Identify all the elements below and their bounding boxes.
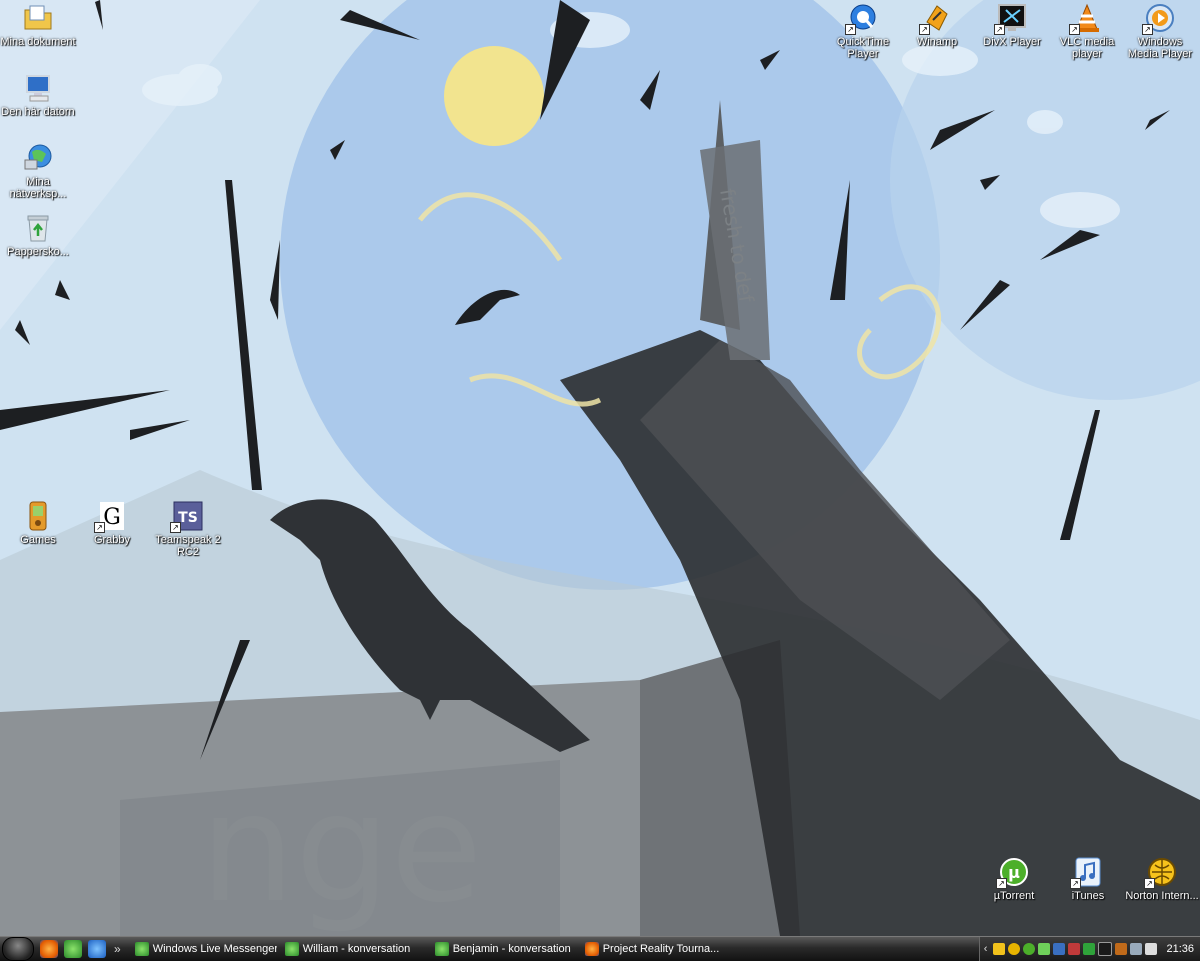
- ie-icon[interactable]: [88, 940, 106, 958]
- norton-tray-icon[interactable]: [993, 943, 1006, 955]
- svg-text:TS: TS: [178, 510, 198, 526]
- display-tray-icon[interactable]: [1053, 943, 1066, 955]
- desktop-wallpaper: fresh to def nge: [0, 0, 1200, 936]
- task-label: William - konversation: [302, 943, 411, 955]
- shortcut-arrow-icon: ↗: [170, 522, 181, 533]
- desktop-icon-label: iTunes: [1071, 890, 1105, 902]
- shortcut-arrow-icon: ↗: [1142, 24, 1153, 35]
- shortcut-arrow-icon: ↗: [1070, 878, 1081, 889]
- windows-media-player-icon: ↗: [1142, 2, 1176, 35]
- taskbar-task-benjamin-conversation[interactable]: Benjamin - konversation: [429, 939, 577, 959]
- desktop-icon-label: Den här datorn: [1, 106, 75, 118]
- desktop-icon-utorrent[interactable]: µ ↗ µTorrent: [976, 856, 1052, 902]
- messenger-tray-icon[interactable]: [1038, 943, 1051, 955]
- desktop-icon-norton[interactable]: ↗ Norton Intern...: [1124, 856, 1200, 902]
- vlc-icon: ↗: [1069, 2, 1103, 35]
- shortcut-arrow-icon: ↗: [1144, 878, 1155, 889]
- desktop-icon-label: Teamspeak 2 RC2: [155, 534, 221, 558]
- desktop-icon-label: Mina dokument: [0, 36, 76, 48]
- shortcut-arrow-icon: ↗: [919, 24, 930, 35]
- taskbar-task-windows-live-messenger[interactable]: Windows Live Messenger: [129, 939, 277, 959]
- tray-expand-button[interactable]: ‹: [984, 943, 988, 955]
- desktop-icon-my-computer[interactable]: Den här datorn: [0, 72, 76, 118]
- utorrent-tray-icon[interactable]: [1023, 943, 1036, 955]
- firefox-icon: [584, 942, 599, 956]
- computer-icon: [22, 72, 54, 104]
- desktop-icon-winamp[interactable]: ↗ Winamp: [899, 2, 975, 48]
- desktop-icon-label: Papperskо...: [7, 246, 69, 258]
- recycle-bin-icon: [22, 212, 54, 244]
- teamspeak-icon: TS ↗: [170, 500, 204, 533]
- network-tray-icon[interactable]: [1008, 943, 1021, 955]
- quick-launch-more-button[interactable]: »: [114, 942, 121, 956]
- taskbar-clock[interactable]: 21:36: [1166, 943, 1194, 955]
- itunes-icon: ↗: [1070, 856, 1104, 889]
- norton-icon: ↗: [1144, 856, 1178, 889]
- desktop-icon-teamspeak[interactable]: TS ↗ Teamspeak 2 RC2: [150, 500, 226, 558]
- app-tray-icon[interactable]: [1115, 943, 1128, 955]
- taskbar: » Windows Live Messenger William - konve…: [0, 936, 1200, 961]
- desktop-icon-label: Grabby: [93, 534, 131, 546]
- desktop-icon-games[interactable]: Games: [0, 500, 76, 546]
- messenger-icon: [434, 942, 449, 956]
- desktop-icon-itunes[interactable]: ↗ iTunes: [1050, 856, 1126, 902]
- folder-documents-icon: [22, 2, 54, 34]
- shortcut-arrow-icon: ↗: [996, 878, 1007, 889]
- utorrent-icon: µ ↗: [996, 856, 1030, 889]
- desktop-icon-windows-media-player[interactable]: ↗ Windows Media Player: [1122, 2, 1198, 60]
- start-button[interactable]: [2, 937, 34, 961]
- task-label: Windows Live Messenger: [152, 943, 277, 955]
- desktop-icon-label: Windows Media Player: [1127, 36, 1193, 60]
- tool-tray-icon[interactable]: [1130, 943, 1143, 955]
- system-tray: ‹ 21:36: [978, 937, 1200, 961]
- winamp-icon: ↗: [919, 2, 953, 35]
- desktop-icon-label: Games: [20, 534, 56, 546]
- games-icon: [22, 500, 54, 532]
- winamp-tray-icon[interactable]: [1098, 942, 1113, 956]
- desktop-icon-label: Norton Intern...: [1125, 890, 1199, 902]
- messenger-icon: [284, 942, 299, 956]
- desktop-icon-recycle-bin[interactable]: Papperskо...: [0, 212, 76, 258]
- volume-tray-icon[interactable]: [1145, 943, 1158, 955]
- messenger-icon: [134, 942, 149, 956]
- messenger-icon[interactable]: [64, 940, 82, 958]
- alert-tray-icon[interactable]: [1068, 943, 1081, 955]
- desktop-icon-grabby[interactable]: G ↗ Grabby: [74, 500, 150, 546]
- desktop-icon-label: Mina nätverksp...: [9, 176, 67, 200]
- desktop-icon-label: Winamp: [916, 36, 958, 48]
- desktop-icon-quicktime[interactable]: ↗ QuickTime Player: [825, 2, 901, 60]
- svg-text:µ: µ: [1008, 863, 1020, 882]
- svg-text:G: G: [103, 505, 121, 530]
- desktop-icon-network-places[interactable]: Mina nätverksp...: [0, 142, 76, 200]
- desktop-icon-label: QuickTime Player: [836, 36, 890, 60]
- shortcut-arrow-icon: ↗: [994, 24, 1005, 35]
- desktop-icon-label: µTorrent: [993, 890, 1035, 902]
- quicktime-icon: ↗: [845, 2, 879, 35]
- desktop-icon-label: VLC media player: [1059, 36, 1115, 60]
- network-places-icon: [22, 142, 54, 174]
- teamspeak-tray-icon[interactable]: [1083, 943, 1096, 955]
- task-label: Benjamin - konversation: [452, 943, 571, 955]
- firefox-icon[interactable]: [40, 940, 58, 958]
- shortcut-arrow-icon: ↗: [1069, 24, 1080, 35]
- task-label: Project Reality Tourna...: [602, 943, 720, 955]
- divx-icon: ↗: [994, 2, 1028, 35]
- wallpaper-large-text: nge: [200, 762, 483, 936]
- grabby-icon: G ↗: [94, 500, 128, 533]
- taskbar-task-william-conversation[interactable]: William - konversation: [279, 939, 427, 959]
- desktop-icon-my-documents[interactable]: Mina dokument: [0, 2, 76, 48]
- desktop-icon-label: DivX Player: [983, 36, 1041, 48]
- desktop-icon-divx[interactable]: ↗ DivX Player: [974, 2, 1050, 48]
- desktop-icon-vlc[interactable]: ↗ VLC media player: [1049, 2, 1125, 60]
- shortcut-arrow-icon: ↗: [845, 24, 856, 35]
- taskbar-task-project-reality[interactable]: Project Reality Tourna...: [579, 939, 727, 959]
- shortcut-arrow-icon: ↗: [94, 522, 105, 533]
